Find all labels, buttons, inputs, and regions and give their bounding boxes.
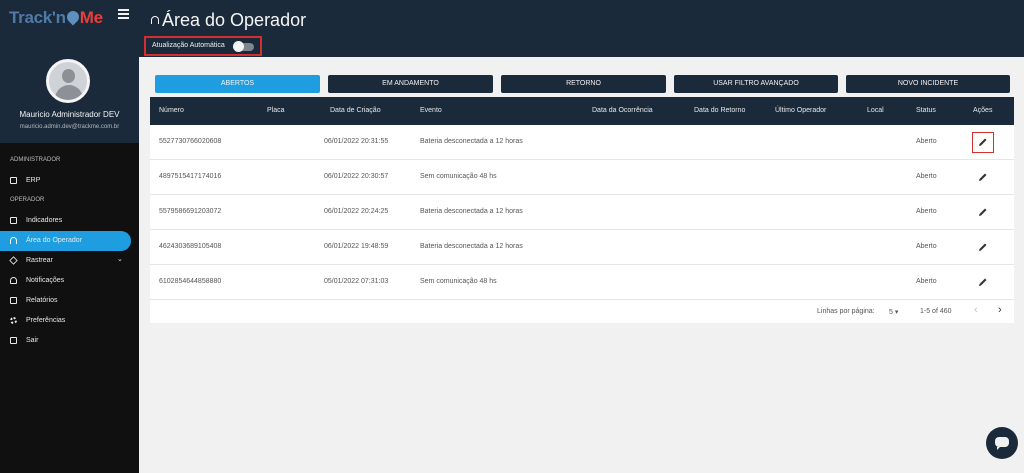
pencil-icon (979, 173, 987, 181)
sidebar-item-erp[interactable]: ERP (0, 171, 131, 191)
chart-icon (10, 217, 17, 224)
app-logo[interactable]: Track'n Me (9, 8, 103, 28)
rows-per-page-select[interactable]: 5 ▾ (889, 308, 898, 316)
table-row[interactable]: 4624303689105408 06/01/2022 19:48:59 Bat… (150, 230, 1014, 265)
novo-incidente-button[interactable]: NOVO INCIDENTE (846, 75, 1010, 93)
cell-evento: Bateria desconectada a 12 horas (420, 243, 523, 250)
table-row[interactable]: 5579586691203072 06/01/2022 20:24:25 Bat… (150, 195, 1014, 230)
cell-evento: Bateria desconectada a 12 horas (420, 208, 523, 215)
user-profile: Mauricio Administrador DEV mauricio.admi… (0, 57, 139, 143)
table-header: Número Placa Data de Criação Evento Data… (150, 97, 1014, 125)
col-ultimo-operador[interactable]: Último Operador (775, 107, 826, 114)
cell-evento: Sem comunicação 48 hs (420, 278, 497, 285)
caret-down-icon: ▾ (894, 309, 899, 316)
diamond-icon (9, 256, 18, 265)
rows-per-page-label: Linhas por página: (817, 308, 875, 315)
table-row[interactable]: 5527730766020608 06/01/2022 20:31:55 Bat… (150, 125, 1014, 160)
edit-button[interactable] (975, 204, 991, 220)
table-row[interactable]: 6102854644858880 05/01/2022 07:31:03 Sem… (150, 265, 1014, 300)
sidebar-item-preferencias[interactable]: Preferências (0, 311, 131, 331)
page-header: Área do Operador Atualização Automática (139, 0, 1024, 57)
auto-update-toggle[interactable] (233, 41, 254, 52)
pencil-icon (979, 208, 987, 216)
next-page-button[interactable]: › (998, 304, 1002, 316)
prev-page-button[interactable]: ‹ (974, 304, 978, 316)
cell-numero: 4624303689105408 (159, 243, 222, 250)
cell-data-criacao: 06/01/2022 20:24:25 (324, 208, 389, 215)
chat-icon (995, 437, 1009, 450)
chat-button[interactable] (986, 427, 1018, 459)
user-name: Mauricio Administrador DEV (19, 110, 120, 119)
sidebar-header: Track'n Me (0, 0, 139, 57)
bell-icon (10, 277, 17, 284)
sidebar-item-rastrear[interactable]: Rastrear ⌄ (0, 251, 131, 271)
cell-numero: 5527730766020608 (159, 138, 222, 145)
pencil-icon (979, 278, 987, 286)
report-icon (10, 297, 17, 304)
incidents-table: Número Placa Data de Criação Evento Data… (150, 97, 1014, 323)
col-data-criacao[interactable]: Data de Criação (330, 107, 381, 114)
cell-status: Aberto (916, 208, 937, 215)
sidebar-item-relatorios[interactable]: Relatórios (0, 291, 131, 311)
pin-icon (64, 8, 82, 26)
section-operador: OPERADOR (10, 197, 45, 203)
cell-status: Aberto (916, 173, 937, 180)
sidebar-item-notificacoes[interactable]: Notificações (0, 271, 131, 291)
user-email: mauricio.admin.dev@trackme.com.br (19, 124, 120, 130)
tab-abertos[interactable]: ABERTOS (155, 75, 320, 93)
gear-icon (10, 317, 17, 324)
col-data-retorno[interactable]: Data do Retorno (694, 107, 745, 114)
auto-update-label: Atualização Automática (152, 42, 225, 49)
cell-data-criacao: 06/01/2022 20:30:57 (324, 173, 389, 180)
sidebar-item-sair[interactable]: Sair (0, 331, 131, 351)
pagination-range: 1-5 of 460 (920, 308, 952, 315)
col-numero[interactable]: Número (159, 107, 184, 114)
cell-numero: 6102854644858880 (159, 278, 222, 285)
col-status[interactable]: Status (916, 107, 936, 114)
edit-button[interactable] (972, 132, 994, 153)
pencil-icon (979, 243, 987, 251)
sidebar-item-indicadores[interactable]: Indicadores (0, 211, 131, 231)
tab-em-andamento[interactable]: EM ANDAMENTO (328, 75, 493, 93)
sidebar-item-area-do-operador[interactable]: Área do Operador (0, 231, 131, 251)
table-row[interactable]: 4897515417174016 06/01/2022 20:30:57 Sem… (150, 160, 1014, 195)
tab-filtro-avancado[interactable]: USAR FILTRO AVANÇADO (674, 75, 838, 93)
col-acoes: Ações (973, 107, 993, 114)
auto-update-highlight: Atualização Automática (144, 36, 262, 56)
col-data-ocorrencia[interactable]: Data da Ocorrência (592, 107, 653, 114)
tab-retorno[interactable]: RETORNO (501, 75, 666, 93)
col-placa[interactable]: Placa (267, 107, 285, 114)
headset-icon (10, 237, 17, 244)
bank-icon (10, 177, 17, 184)
section-administrador: ADMINISTRADOR (10, 157, 61, 163)
chevron-down-icon: ⌄ (117, 256, 123, 263)
sidebar: Track'n Me Mauricio Administrador DEV mau… (0, 0, 139, 473)
cell-status: Aberto (916, 243, 937, 250)
page-title: Área do Operador (151, 10, 306, 31)
menu-toggle-button[interactable] (118, 9, 129, 21)
table-pagination: Linhas por página: 5 ▾ 1-5 of 460 ‹ › (150, 300, 1014, 323)
cell-data-criacao: 06/01/2022 19:48:59 (324, 243, 389, 250)
cell-evento: Sem comunicação 48 hs (420, 173, 497, 180)
edit-button[interactable] (975, 169, 991, 185)
headset-icon (151, 16, 159, 24)
cell-numero: 4897515417174016 (159, 173, 222, 180)
cell-data-criacao: 05/01/2022 07:31:03 (324, 278, 389, 285)
edit-button[interactable] (975, 274, 991, 290)
logout-icon (10, 337, 17, 344)
col-local[interactable]: Local (867, 107, 884, 114)
cell-numero: 5579586691203072 (159, 208, 222, 215)
cell-evento: Bateria desconectada a 12 horas (420, 138, 523, 145)
cell-data-criacao: 06/01/2022 20:31:55 (324, 138, 389, 145)
pencil-icon (979, 138, 987, 146)
cell-status: Aberto (916, 138, 937, 145)
col-evento[interactable]: Evento (420, 107, 442, 114)
cell-status: Aberto (916, 278, 937, 285)
edit-button[interactable] (975, 239, 991, 255)
avatar (46, 59, 90, 103)
